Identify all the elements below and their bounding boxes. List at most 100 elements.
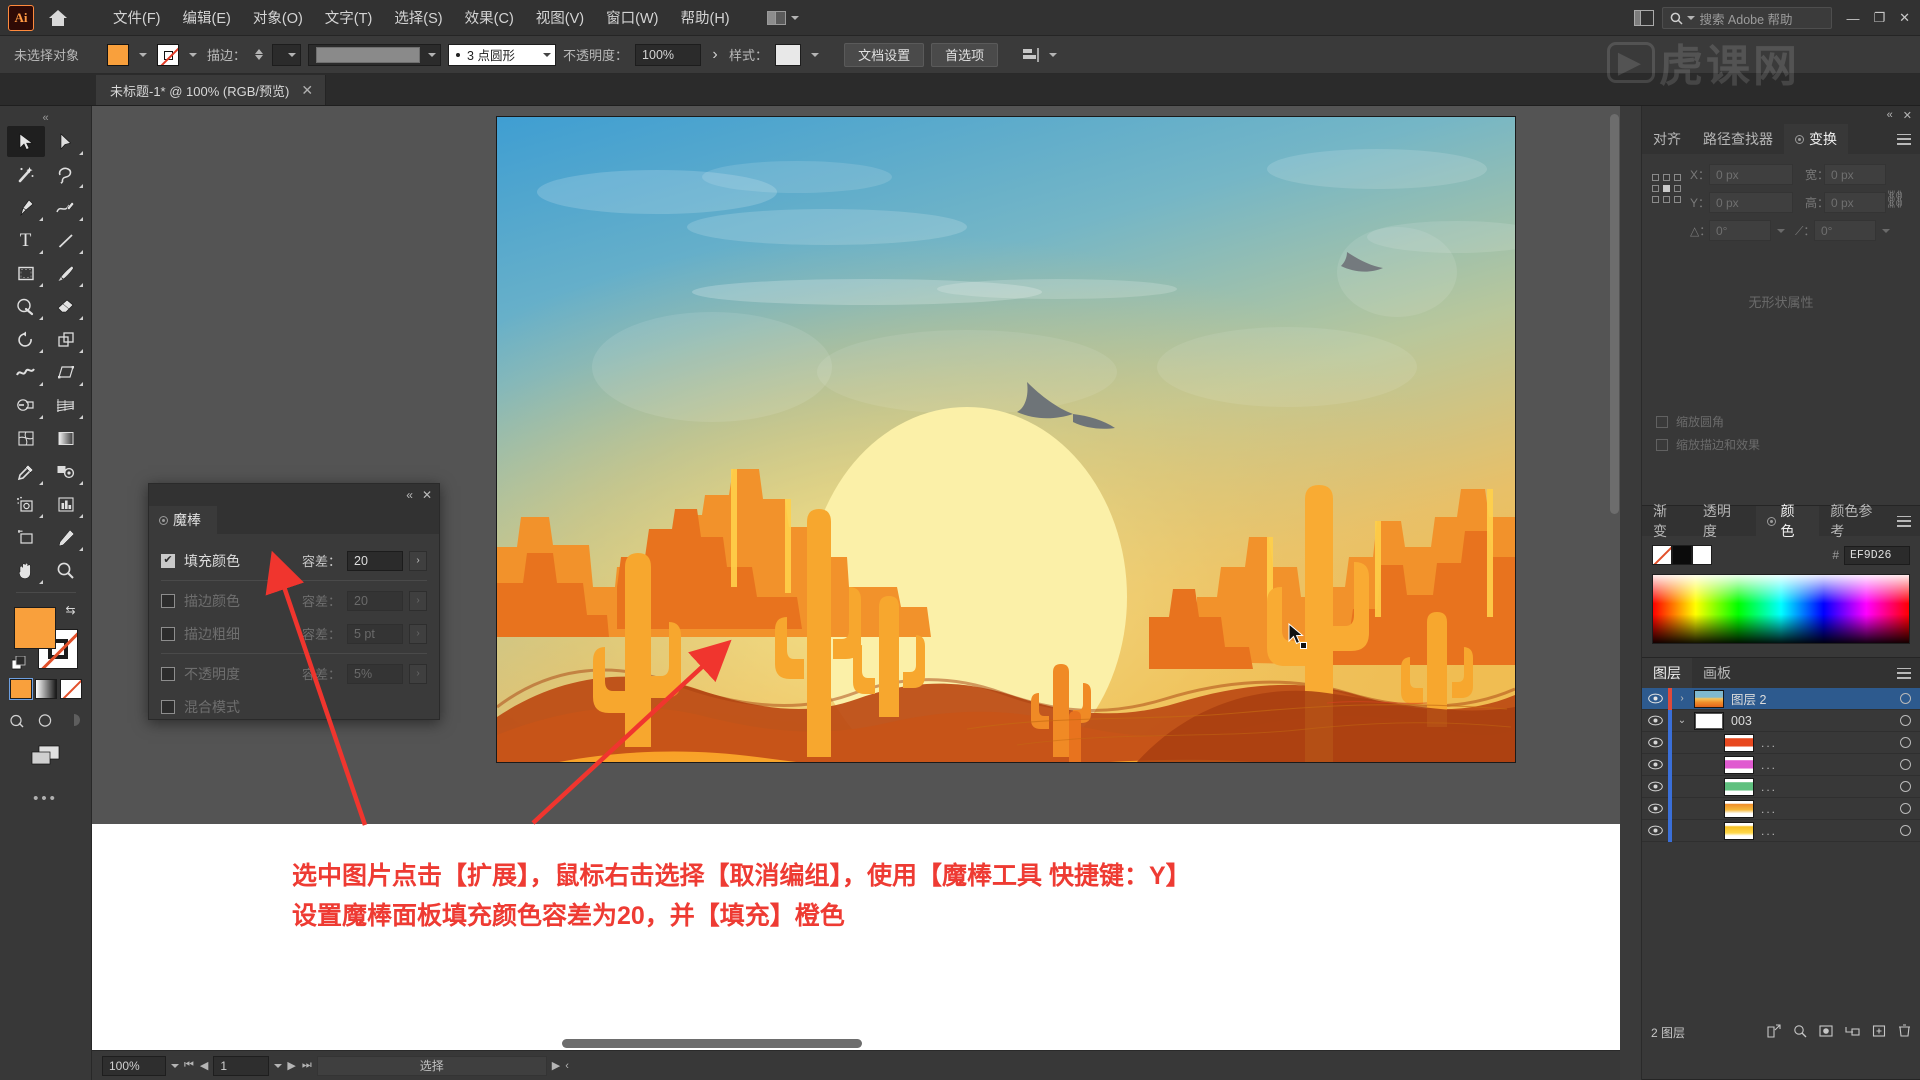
constrain-proportions-icon[interactable]: ⛓	[1884, 190, 1906, 210]
new-layer-icon[interactable]	[1872, 1024, 1886, 1041]
first-artboard-icon[interactable]: ⏮	[184, 1059, 194, 1072]
tab-pathfinder[interactable]: 路径查找器	[1692, 124, 1784, 154]
tolerance-slider-stroke-weight[interactable]: ›	[409, 623, 427, 644]
stroke-profile-select[interactable]	[308, 43, 442, 66]
black-color-swatch[interactable]	[1672, 545, 1692, 565]
table-row[interactable]: ...	[1642, 819, 1920, 842]
visibility-icon[interactable]	[1642, 693, 1668, 704]
tool-column-graph[interactable]	[47, 489, 85, 520]
menu-item-object[interactable]: 对象(O)	[242, 2, 314, 33]
artboard-number-field[interactable]: 1	[213, 1055, 270, 1076]
magic-wand-panel[interactable]: « ✕ 魔棒 填充颜色 容差： 20 › 描边颜色	[148, 483, 440, 720]
table-row[interactable]: ...	[1642, 797, 1920, 820]
tool-lasso[interactable]	[47, 159, 85, 190]
tool-magic-wand[interactable]	[7, 159, 45, 190]
tool-type[interactable]: T	[7, 225, 45, 256]
tab-transform[interactable]: 变换	[1784, 124, 1848, 154]
horizontal-scrollbar[interactable]	[562, 1039, 862, 1048]
target-icon[interactable]	[1890, 693, 1920, 704]
white-color-swatch[interactable]	[1692, 545, 1712, 565]
table-row[interactable]: ...	[1642, 775, 1920, 798]
menu-item-file[interactable]: 文件(F)	[102, 2, 172, 33]
layer-name[interactable]: 图层 2	[1731, 689, 1890, 708]
x-input[interactable]: 0 px	[1709, 164, 1793, 185]
status-collapse-icon[interactable]: ‹	[565, 1060, 569, 1072]
tool-artboard[interactable]	[7, 522, 45, 553]
scale-strokes-effects-row[interactable]: 缩放描边和效果	[1656, 436, 1760, 453]
checkbox-scale-strokes-effects[interactable]	[1656, 438, 1668, 451]
zoom-level-field[interactable]: 100%	[102, 1055, 166, 1076]
menu-item-help[interactable]: 帮助(H)	[669, 2, 740, 33]
close-button[interactable]: ✕	[1899, 10, 1910, 26]
tolerance-input-stroke-color[interactable]: 20	[347, 590, 403, 611]
artboard[interactable]	[497, 117, 1515, 762]
visibility-icon[interactable]	[1642, 825, 1668, 836]
fill-color-swatch[interactable]	[107, 43, 130, 66]
menu-item-window[interactable]: 窗口(W)	[595, 2, 669, 33]
preferences-button[interactable]: 首选项	[931, 42, 999, 67]
tab-magic-wand[interactable]: 魔棒	[149, 506, 217, 534]
checkbox-fill-color[interactable]	[161, 553, 175, 568]
arrange-documents-button[interactable]	[766, 10, 799, 25]
table-row[interactable]: › 图层 2	[1642, 687, 1920, 710]
menu-item-edit[interactable]: 编辑(E)	[172, 2, 242, 33]
table-row[interactable]: ⌄ 003	[1642, 709, 1920, 732]
checkbox-opacity[interactable]	[161, 666, 175, 681]
mw-row-blending-mode[interactable]: 混合模式	[161, 690, 427, 723]
hex-input[interactable]: EF9D26	[1844, 545, 1910, 565]
make-mask-icon[interactable]	[1819, 1024, 1833, 1041]
next-artboard-icon[interactable]: ▶	[287, 1059, 295, 1072]
default-fill-stroke-icon[interactable]	[11, 655, 27, 671]
transform-panel-menu[interactable]	[1897, 124, 1920, 154]
tolerance-slider-stroke-color[interactable]: ›	[409, 590, 427, 611]
y-input[interactable]: 0 px	[1709, 192, 1793, 213]
height-input[interactable]: 0 px	[1824, 192, 1886, 213]
tolerance-slider-fill[interactable]: ›	[409, 550, 427, 571]
color-panel-menu[interactable]	[1897, 506, 1920, 536]
expand-icon[interactable]: ›	[1672, 693, 1692, 704]
expand-icon[interactable]: ⌄	[1672, 715, 1692, 726]
screen-mode-button[interactable]	[29, 743, 63, 774]
scale-corners-row[interactable]: 缩放圆角	[1656, 413, 1760, 430]
tolerance-slider-opacity[interactable]: ›	[409, 663, 427, 684]
tool-width[interactable]	[7, 357, 45, 388]
tool-selection[interactable]	[6, 126, 45, 157]
tool-free-transform[interactable]	[47, 357, 85, 388]
tool-eyedropper[interactable]	[7, 456, 45, 487]
target-icon[interactable]	[1890, 825, 1920, 836]
tab-layers[interactable]: 图层	[1642, 658, 1692, 688]
checkbox-stroke-weight[interactable]	[161, 626, 175, 641]
draw-normal-icon[interactable]	[7, 711, 29, 729]
tolerance-input-stroke-weight[interactable]: 5 pt	[347, 623, 403, 644]
tool-paintbrush[interactable]	[47, 258, 85, 289]
tool-line-segment[interactable]	[47, 225, 85, 256]
tool-rotate[interactable]	[7, 324, 45, 355]
stroke-weight-stepper[interactable]	[255, 49, 264, 60]
brush-definition-select[interactable]: 3 点圆形	[448, 43, 557, 66]
layer-name[interactable]: 003	[1731, 714, 1890, 728]
angle-input[interactable]: 0°	[1709, 220, 1771, 241]
checkbox-stroke-color[interactable]	[161, 593, 175, 608]
chevron-down-icon[interactable]	[1777, 228, 1785, 233]
document-tab[interactable]: 未标题-1* @ 100% (RGB/预览) ✕	[96, 75, 327, 105]
stroke-dropdown-icon[interactable]	[186, 45, 200, 65]
locate-object-icon[interactable]	[1767, 1023, 1781, 1041]
minimize-button[interactable]: —	[1846, 11, 1859, 26]
tool-hand[interactable]	[7, 555, 45, 586]
tool-mesh[interactable]	[7, 423, 45, 454]
visibility-icon[interactable]	[1642, 781, 1668, 792]
layers-panel-menu[interactable]	[1897, 658, 1920, 688]
workspace-switcher-icon[interactable]	[1634, 10, 1655, 26]
none-fill-mode-button[interactable]	[59, 679, 82, 699]
draw-behind-icon[interactable]	[35, 711, 57, 729]
color-fill-mode-button[interactable]	[8, 678, 33, 700]
artboard-dropdown-icon[interactable]	[274, 1063, 283, 1068]
opacity-options-icon[interactable]: ›	[708, 45, 722, 65]
target-icon[interactable]	[1890, 803, 1920, 814]
dock-gutter[interactable]	[1620, 106, 1642, 1080]
layer-name[interactable]: ...	[1761, 780, 1890, 794]
tab-artboards[interactable]: 画板	[1692, 658, 1742, 688]
width-input[interactable]: 0 px	[1824, 164, 1886, 185]
new-sublayer-icon[interactable]	[1845, 1024, 1860, 1041]
visibility-icon[interactable]	[1642, 715, 1668, 726]
